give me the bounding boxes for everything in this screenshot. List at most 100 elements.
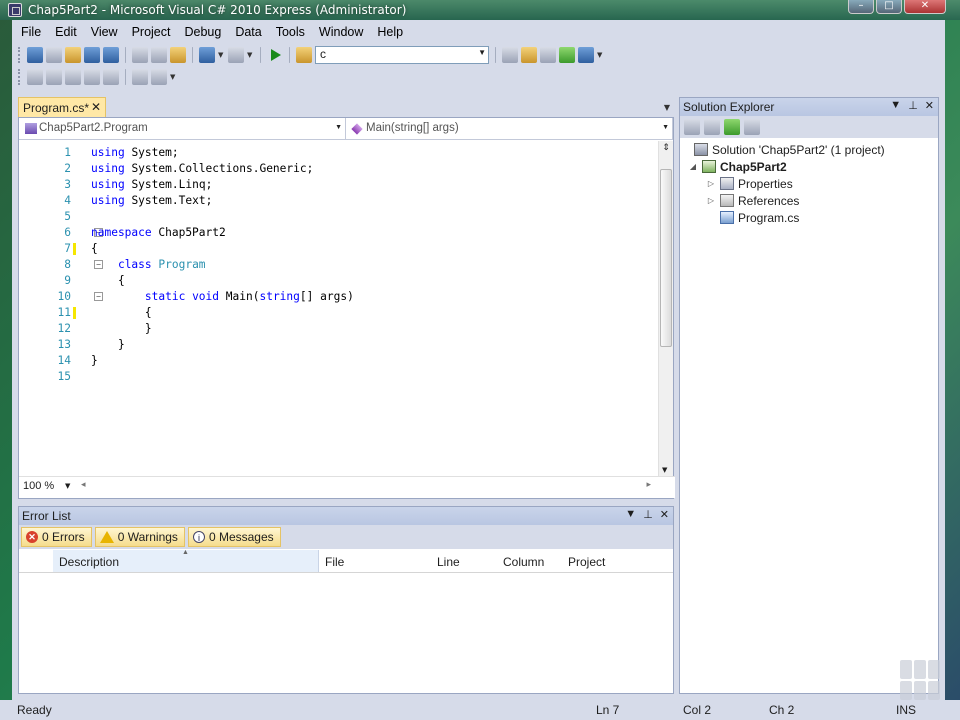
find-in-files-icon[interactable]	[296, 47, 312, 63]
close-panel-icon[interactable]: ✕	[925, 99, 934, 112]
vertical-scrollbar[interactable]: ⇕ ▼	[658, 141, 673, 476]
code-line[interactable]: 1 using System;	[19, 145, 659, 161]
warnings-filter-button[interactable]: 0 Warnings	[94, 527, 185, 547]
chevron-down-icon[interactable]: ▼	[478, 48, 486, 57]
code-line[interactable]: 4 using System.Text;	[19, 193, 659, 209]
comment-lines-icon[interactable]	[132, 69, 148, 85]
cut-icon[interactable]	[132, 47, 148, 63]
tree-item-properties[interactable]: ▷ Properties	[706, 175, 793, 192]
open-file-icon[interactable]	[65, 47, 81, 63]
menu-file[interactable]: File	[14, 22, 48, 42]
code-line[interactable]: 14}	[19, 353, 659, 369]
code-line[interactable]: 15	[19, 369, 659, 385]
scroll-left-icon[interactable]: ◂	[81, 480, 86, 490]
quick-info-icon[interactable]	[65, 69, 81, 85]
code-line[interactable]: 9 {	[19, 273, 659, 289]
close-panel-icon[interactable]: ✕	[660, 508, 669, 521]
pin-icon[interactable]: ⊥	[643, 508, 653, 521]
code-line[interactable]: 13 }	[19, 337, 659, 353]
code-line[interactable]: 5	[19, 209, 659, 225]
column-column[interactable]: Column	[503, 555, 544, 569]
view-code-icon[interactable]	[744, 119, 760, 135]
chevron-down-icon[interactable]: ▼	[662, 124, 669, 131]
complete-word-icon[interactable]	[84, 69, 100, 85]
toolbar-grip[interactable]	[18, 69, 21, 85]
menu-project[interactable]: Project	[125, 22, 178, 42]
save-all-icon[interactable]	[103, 47, 119, 63]
code-line[interactable]: 6− namespace Chap5Part2	[19, 225, 659, 241]
toolbar-options-icon[interactable]: ▼	[597, 47, 604, 63]
code-line[interactable]: 11 {	[19, 305, 659, 321]
tree-item-program-cs[interactable]: Program.cs	[720, 209, 799, 226]
window-position-icon[interactable]: ▼	[625, 508, 636, 521]
solution-explorer-icon[interactable]	[502, 47, 518, 63]
close-tab-icon[interactable]: ✕	[91, 100, 101, 114]
tree-item-references[interactable]: ▷ References	[706, 192, 799, 209]
expand-icon[interactable]: ▷	[706, 196, 716, 205]
menu-window[interactable]: Window	[312, 22, 370, 42]
redo-icon[interactable]	[228, 47, 244, 63]
code-line[interactable]: 2 using System.Collections.Generic;	[19, 161, 659, 177]
start-debugging-icon[interactable]	[267, 47, 283, 63]
copy-icon[interactable]	[151, 47, 167, 63]
tree-item-project[interactable]: ◢ Chap5Part2	[688, 158, 787, 175]
code-line[interactable]: 12 }	[19, 321, 659, 337]
types-dropdown[interactable]: Chap5Part2.Program ▼	[19, 118, 346, 139]
column-file[interactable]: File	[325, 555, 344, 569]
scroll-right-icon[interactable]: ▸	[646, 480, 651, 490]
tree-item-solution[interactable]: Solution 'Chap5Part2' (1 project)	[694, 141, 885, 158]
menu-data[interactable]: Data	[228, 22, 268, 42]
toolbar-options-icon[interactable]: ▼	[170, 69, 177, 85]
code-line[interactable]: 8− class Program	[19, 257, 659, 273]
split-handle-icon[interactable]: ⇕	[661, 143, 671, 153]
members-dropdown[interactable]: Main(string[] args) ▼	[346, 118, 673, 139]
menu-tools[interactable]: Tools	[269, 22, 312, 42]
paste-icon[interactable]	[170, 47, 186, 63]
scroll-down-icon[interactable]: ▼	[662, 466, 667, 474]
menu-view[interactable]: View	[84, 22, 125, 42]
undo-icon[interactable]	[199, 47, 215, 63]
tab-program-cs[interactable]: Program.cs* ✕	[18, 97, 106, 117]
window-position-icon[interactable]: ▼	[890, 99, 901, 112]
scrollbar-thumb[interactable]	[660, 169, 672, 347]
start-page-icon[interactable]	[559, 47, 575, 63]
expand-icon[interactable]: ▷	[706, 179, 716, 188]
properties-icon[interactable]	[684, 119, 700, 135]
collapse-icon[interactable]: ◢	[688, 162, 698, 171]
code-line[interactable]: 7{	[19, 241, 659, 257]
menu-help[interactable]: Help	[370, 22, 410, 42]
column-description[interactable]: Description	[59, 555, 119, 569]
code-line[interactable]: 10− static void Main(string[] args)	[19, 289, 659, 305]
menu-edit[interactable]: Edit	[48, 22, 84, 42]
add-item-icon[interactable]	[46, 47, 62, 63]
active-files-dropdown-icon[interactable]: ▼	[664, 103, 670, 112]
column-project[interactable]: Project	[568, 555, 605, 569]
minimize-button[interactable]: –	[848, 0, 874, 14]
undo-dropdown-icon[interactable]: ▼	[218, 47, 225, 63]
outdent-icon[interactable]	[103, 69, 119, 85]
parameter-info-icon[interactable]	[46, 69, 62, 85]
pin-icon[interactable]: ⊥	[908, 99, 918, 112]
zoom-dropdown-icon[interactable]: ▼	[65, 482, 70, 490]
code-text-area[interactable]: 1 using System; 2 using System.Collections.…	[19, 141, 659, 476]
uncomment-lines-icon[interactable]	[151, 69, 167, 85]
menu-debug[interactable]: Debug	[177, 22, 228, 42]
zoom-level[interactable]: 100 %	[23, 480, 54, 492]
code-line[interactable]: 3 using System.Linq;	[19, 177, 659, 193]
show-all-files-icon[interactable]	[704, 119, 720, 135]
chevron-down-icon[interactable]: ▼	[335, 124, 342, 131]
toolbox-icon[interactable]	[540, 47, 556, 63]
save-icon[interactable]	[84, 47, 100, 63]
object-members-icon[interactable]	[27, 69, 43, 85]
close-button[interactable]: ✕	[904, 0, 946, 14]
toolbar-grip[interactable]	[18, 47, 21, 63]
errors-filter-button[interactable]: ✕ 0 Errors	[21, 527, 92, 547]
find-combo[interactable]: c ▼	[315, 46, 489, 64]
properties-window-icon[interactable]	[521, 47, 537, 63]
extension-manager-icon[interactable]	[578, 47, 594, 63]
refresh-icon[interactable]	[724, 119, 740, 135]
redo-dropdown-icon[interactable]: ▼	[247, 47, 254, 63]
maximize-button[interactable]: □	[876, 0, 902, 14]
messages-filter-button[interactable]: i 0 Messages	[187, 527, 281, 547]
column-line[interactable]: Line	[437, 555, 460, 569]
